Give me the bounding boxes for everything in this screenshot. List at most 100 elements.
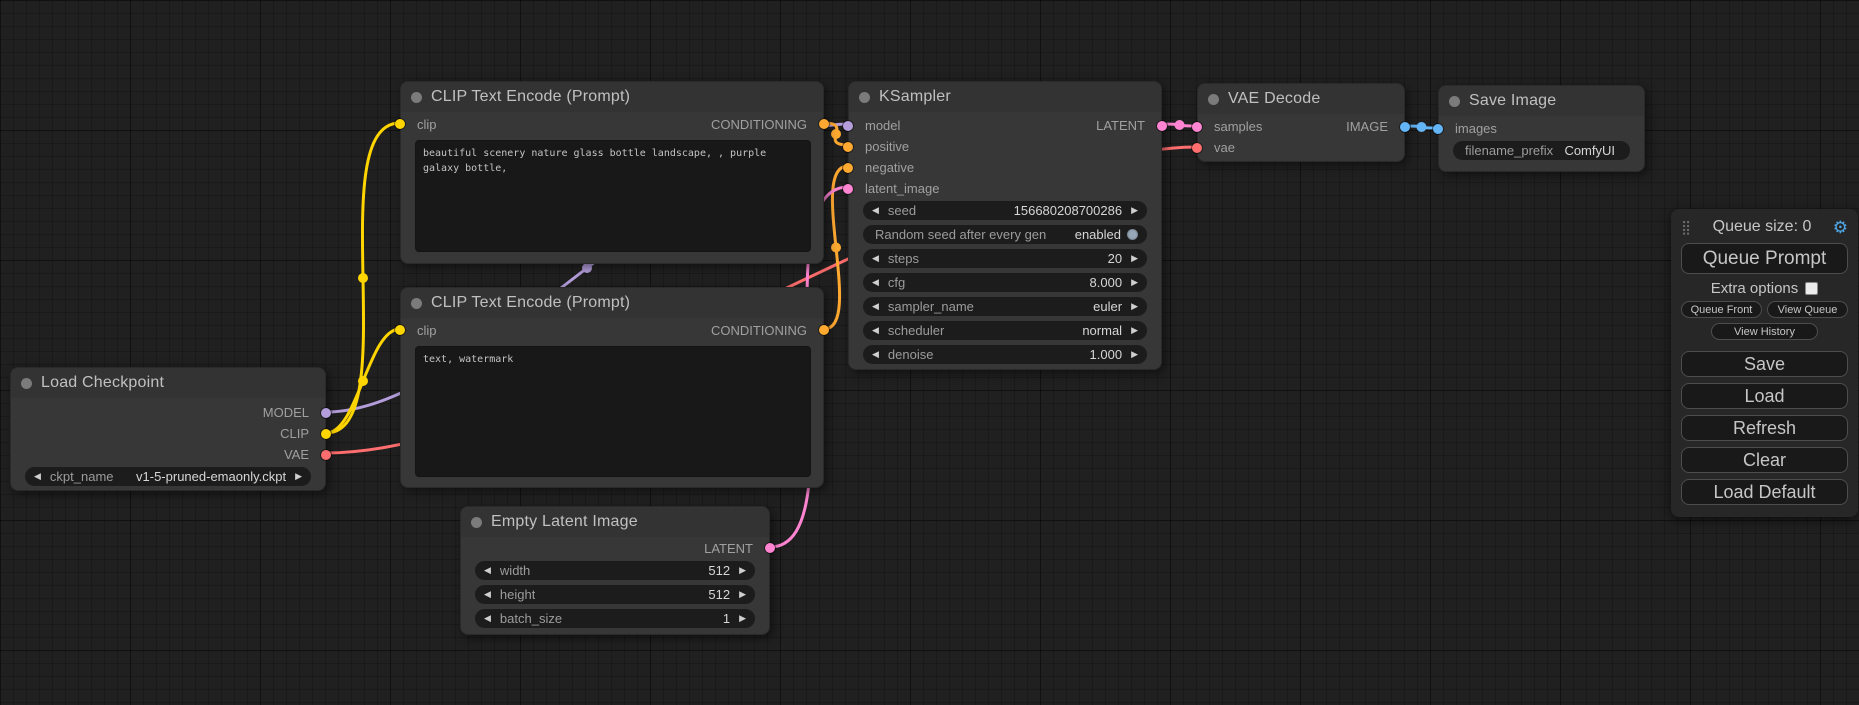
latent-output-dot[interactable] [765,543,775,553]
arrow-left-icon[interactable]: ◀ [484,614,491,623]
load-button[interactable]: Load [1681,383,1848,409]
image-output-dot[interactable] [1400,122,1410,132]
node-save-image[interactable]: Save Image images filename_prefix ComfyU… [1438,85,1645,172]
node-header[interactable]: KSampler [849,82,1161,112]
save-button[interactable]: Save [1681,351,1848,377]
view-queue-button[interactable]: View Queue [1767,301,1848,318]
node-ksampler[interactable]: KSampler model LATENT positive negative … [848,81,1162,370]
arrow-right-icon[interactable]: ▶ [739,614,746,623]
collapse-dot-icon[interactable] [859,92,870,103]
clear-button[interactable]: Clear [1681,447,1848,473]
positive-prompt-textarea[interactable]: beautiful scenery nature glass bottle la… [415,140,811,252]
arrow-right-icon[interactable]: ▶ [1131,278,1138,287]
positive-input-dot[interactable] [843,142,853,152]
arrow-right-icon[interactable]: ▶ [295,472,302,481]
slot-label: negative [865,160,914,175]
drag-handle-icon[interactable]: ⣿ [1681,219,1691,236]
comfy-menu-panel: ⣿ Queue size: 0 ⚙ Queue Prompt Extra opt… [1671,209,1858,517]
samples-input-dot[interactable] [1192,122,1202,132]
slot-label: model [865,118,900,133]
clip-input-dot[interactable] [395,325,405,335]
node-header[interactable]: VAE Decode [1198,84,1404,114]
seed-widget[interactable]: ◀ seed 156680208700286 ▶ [863,201,1147,220]
load-default-button[interactable]: Load Default [1681,479,1848,505]
negative-prompt-textarea[interactable]: text, watermark [415,346,811,477]
node-title-label: CLIP Text Encode (Prompt) [431,294,630,312]
clip-output-dot[interactable] [321,429,331,439]
cfg-widget[interactable]: ◀ cfg 8.000 ▶ [863,273,1147,292]
vae-input-dot[interactable] [1192,143,1202,153]
model-input-dot[interactable] [843,121,853,131]
collapse-dot-icon[interactable] [471,517,482,528]
slot-label: LATENT [704,541,753,556]
arrow-right-icon[interactable]: ▶ [1131,254,1138,263]
steps-widget[interactable]: ◀ steps 20 ▶ [863,249,1147,268]
images-input-dot[interactable] [1433,124,1443,134]
widget-label: sampler_name [888,299,974,314]
node-empty-latent-image[interactable]: Empty Latent Image LATENT ◀ width 512 ▶ … [460,506,770,635]
arrow-left-icon[interactable]: ◀ [484,566,491,575]
node-clip-text-encode-negative[interactable]: CLIP Text Encode (Prompt) clip CONDITION… [400,287,824,488]
arrow-right-icon[interactable]: ▶ [1131,206,1138,215]
output-slot-clip: CLIP [11,423,325,444]
extra-options-checkbox[interactable] [1805,282,1818,295]
collapse-dot-icon[interactable] [411,298,422,309]
arrow-right-icon[interactable]: ▶ [739,566,746,575]
arrow-right-icon[interactable]: ▶ [1131,326,1138,335]
collapse-dot-icon[interactable] [1449,96,1460,107]
model-output-dot[interactable] [321,408,331,418]
node-header[interactable]: CLIP Text Encode (Prompt) [401,288,823,318]
scheduler-widget[interactable]: ◀ scheduler normal ▶ [863,321,1147,340]
slot-row: clip CONDITIONING [401,112,823,136]
width-widget[interactable]: ◀ width 512 ▶ [475,561,755,580]
toggle-indicator[interactable] [1127,229,1138,240]
random-seed-widget[interactable]: Random seed after every gen enabled [863,225,1147,244]
arrow-left-icon[interactable]: ◀ [34,472,41,481]
output-slot-model: MODEL [11,402,325,423]
settings-gear-icon[interactable]: ⚙ [1833,219,1848,236]
node-clip-text-encode-positive[interactable]: CLIP Text Encode (Prompt) clip CONDITION… [400,81,824,264]
widget-value: 20 [1108,251,1122,266]
height-widget[interactable]: ◀ height 512 ▶ [475,585,755,604]
arrow-left-icon[interactable]: ◀ [872,278,879,287]
conditioning-output-dot[interactable] [819,325,829,335]
node-header[interactable]: Empty Latent Image [461,507,769,537]
arrow-right-icon[interactable]: ▶ [1131,350,1138,359]
refresh-button[interactable]: Refresh [1681,415,1848,441]
arrow-right-icon[interactable]: ▶ [739,590,746,599]
arrow-left-icon[interactable]: ◀ [872,302,879,311]
arrow-left-icon[interactable]: ◀ [872,206,879,215]
widget-value: euler [1093,299,1122,314]
link-dot-checkpoint-clip-to-positive-prompt [358,273,368,283]
queue-front-button[interactable]: Queue Front [1681,301,1762,318]
collapse-dot-icon[interactable] [411,92,422,103]
negative-input-dot[interactable] [843,163,853,173]
sampler-name-widget[interactable]: ◀ sampler_name euler ▶ [863,297,1147,316]
latent-output-dot[interactable] [1157,121,1167,131]
node-header[interactable]: Load Checkpoint [11,368,325,398]
arrow-left-icon[interactable]: ◀ [872,350,879,359]
node-vae-decode[interactable]: VAE Decode samples IMAGE vae [1197,83,1405,162]
queue-prompt-button[interactable]: Queue Prompt [1681,243,1848,274]
clip-input-dot[interactable] [395,119,405,129]
filename-prefix-widget[interactable]: filename_prefix ComfyUI [1453,141,1630,160]
arrow-right-icon[interactable]: ▶ [1131,302,1138,311]
vae-output-dot[interactable] [321,450,331,460]
link-dot-ksampler-latent-to-vae-decode [1175,120,1185,130]
arrow-left-icon[interactable]: ◀ [872,326,879,335]
widget-value: 8.000 [1090,275,1123,290]
node-load-checkpoint[interactable]: Load Checkpoint MODEL CLIP VAE ◀ ckpt_na… [10,367,326,491]
node-header[interactable]: CLIP Text Encode (Prompt) [401,82,823,112]
denoise-widget[interactable]: ◀ denoise 1.000 ▶ [863,345,1147,364]
arrow-left-icon[interactable]: ◀ [484,590,491,599]
collapse-dot-icon[interactable] [1208,94,1219,105]
ckpt-name-widget[interactable]: ◀ ckpt_name v1-5-pruned-emaonly.ckpt ▶ [25,467,311,486]
arrow-left-icon[interactable]: ◀ [872,254,879,263]
batch-size-widget[interactable]: ◀ batch_size 1 ▶ [475,609,755,628]
view-history-button[interactable]: View History [1711,323,1818,340]
conditioning-output-dot[interactable] [819,119,829,129]
node-header[interactable]: Save Image [1439,86,1644,116]
graph-canvas[interactable]: Load Checkpoint MODEL CLIP VAE ◀ ckpt_na… [0,0,1859,705]
latent-image-input-dot[interactable] [843,184,853,194]
collapse-dot-icon[interactable] [21,378,32,389]
